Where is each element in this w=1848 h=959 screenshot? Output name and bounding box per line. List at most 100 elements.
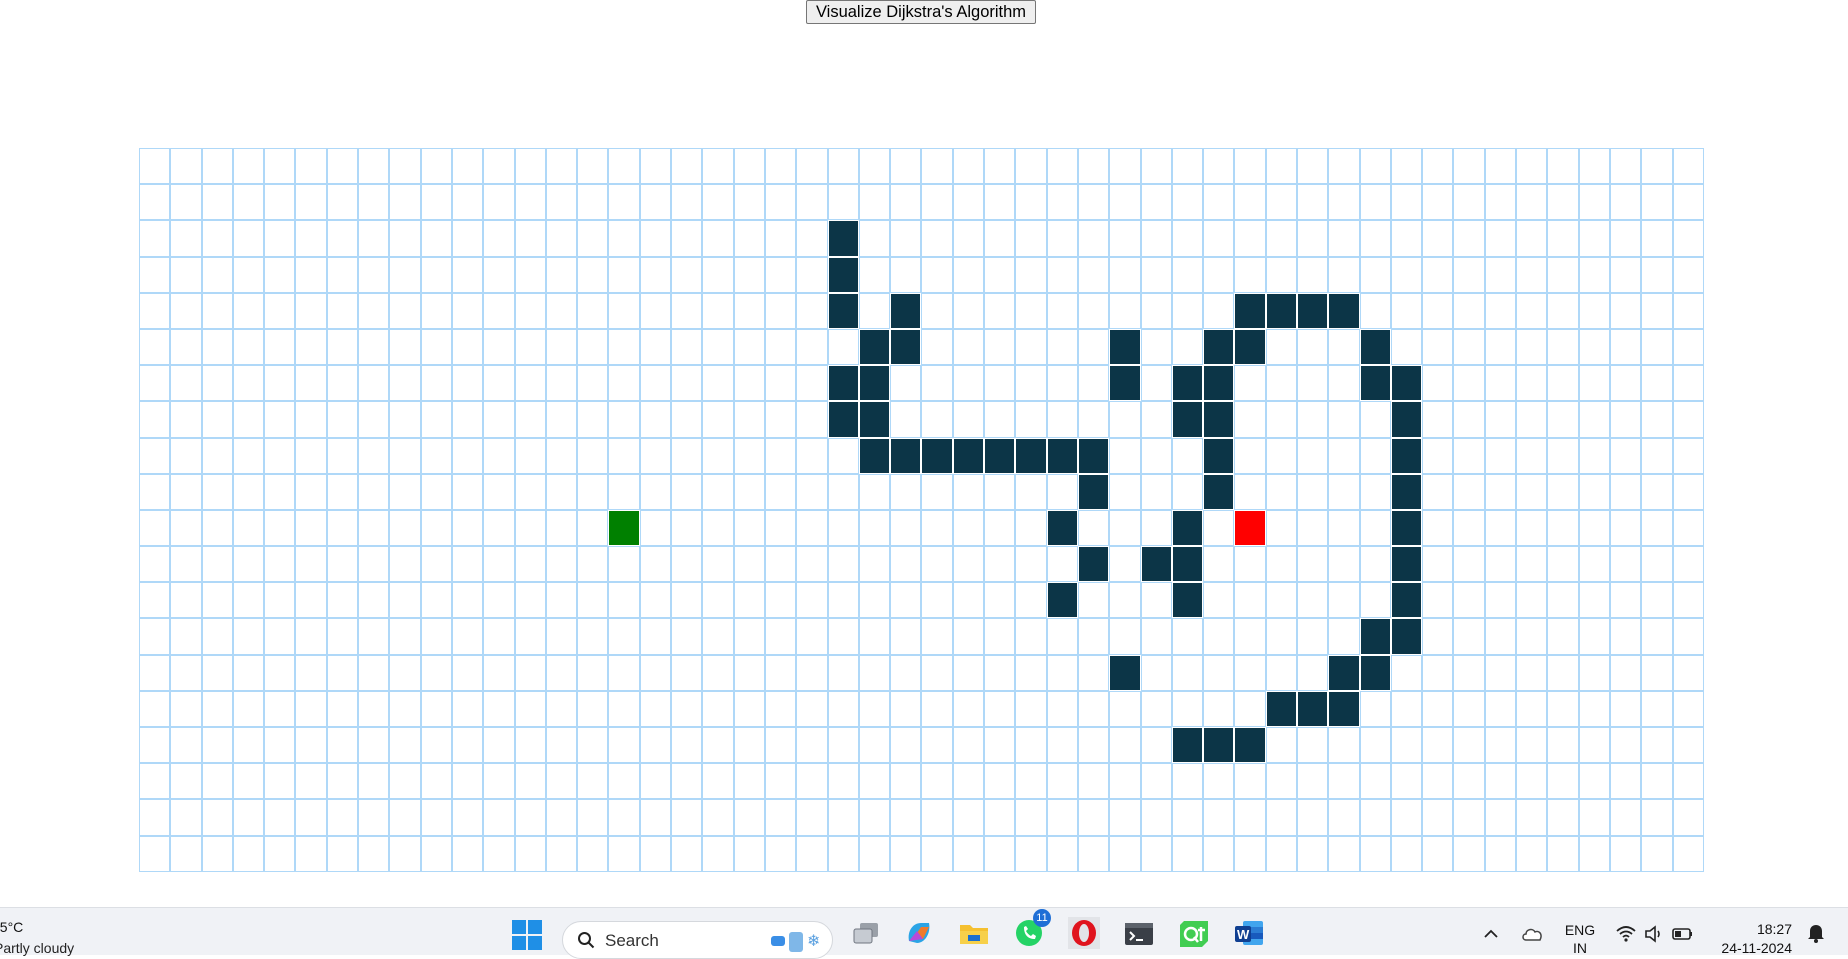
file-explorer-icon[interactable] [958,917,990,949]
grid-cell[interactable] [170,654,202,691]
grid-cell[interactable] [295,799,327,836]
grid-cell[interactable] [1516,220,1548,257]
grid-cell[interactable] [1578,727,1610,764]
grid-cell[interactable] [952,727,985,764]
grid-cell[interactable] [1578,835,1610,872]
grid-cell[interactable] [890,763,922,800]
grid-cell[interactable] [796,727,828,764]
grid-cell[interactable] [608,727,640,764]
grid-cell[interactable] [483,184,515,221]
grid-cell[interactable] [264,220,296,257]
wall-cell[interactable] [1171,365,1204,402]
grid-cell[interactable] [1484,256,1517,293]
grid-cell[interactable] [764,256,797,293]
grid-cell[interactable] [1453,401,1485,438]
grid-cell[interactable] [139,763,171,800]
grid-cell[interactable] [1140,690,1172,727]
wall-cell[interactable] [858,401,891,438]
grid-cell[interactable] [1578,799,1610,836]
grid-cell[interactable] [295,618,327,655]
grid-cell[interactable] [1015,727,1047,764]
grid-cell[interactable] [890,401,922,438]
grid-cell[interactable] [1578,437,1610,474]
wall-cell[interactable] [890,437,922,474]
grid-cell[interactable] [796,184,828,221]
grid-cell[interactable] [1609,148,1642,185]
grid-cell[interactable] [1516,835,1548,872]
grid-cell[interactable] [514,582,546,619]
grid-cell[interactable] [1609,654,1642,691]
grid-cell[interactable] [264,582,296,619]
grid-cell[interactable] [1203,148,1235,185]
grid-cell[interactable] [1609,365,1642,402]
grid-cell[interactable] [671,292,703,329]
grid-cell[interactable] [1046,618,1078,655]
grid-cell[interactable] [1328,148,1360,185]
grid-cell[interactable] [1672,473,1704,510]
grid-cell[interactable] [1484,582,1517,619]
grid-cell[interactable] [1077,292,1110,329]
grid-cell[interactable] [514,473,546,510]
grid-cell[interactable] [1609,473,1642,510]
grid-cell[interactable] [577,437,609,474]
grid-cell[interactable] [451,763,484,800]
grid-cell[interactable] [201,763,233,800]
grid-cell[interactable] [890,618,922,655]
grid-cell[interactable] [1015,654,1047,691]
grid-cell[interactable] [1578,690,1610,727]
grid-cell[interactable] [232,690,265,727]
grid-cell[interactable] [483,148,515,185]
grid-cell[interactable] [264,690,296,727]
grid-cell[interactable] [952,473,985,510]
grid-cell[interactable] [796,799,828,836]
grid-cell[interactable] [389,727,421,764]
grid-cell[interactable] [577,184,609,221]
grid-cell[interactable] [451,727,484,764]
grid-cell[interactable] [639,401,672,438]
grid-cell[interactable] [1328,763,1360,800]
grid-cell[interactable] [1015,401,1047,438]
grid-cell[interactable] [1609,582,1642,619]
grid-cell[interactable] [1140,835,1172,872]
grid-cell[interactable] [639,763,672,800]
grid-cell[interactable] [1359,690,1391,727]
wall-cell[interactable] [1077,437,1110,474]
grid-cell[interactable] [1547,256,1579,293]
grid-cell[interactable] [1077,256,1110,293]
grid-cell[interactable] [639,799,672,836]
grid-cell[interactable] [201,328,233,366]
grid-cell[interactable] [764,654,797,691]
grid-cell[interactable] [1077,148,1110,185]
grid-cell[interactable] [827,328,859,366]
grid-cell[interactable] [232,835,265,872]
grid-cell[interactable] [483,690,515,727]
grid-cell[interactable] [827,546,859,583]
grid-cell[interactable] [1609,727,1642,764]
grid-cell[interactable] [1453,546,1485,583]
grid-cell[interactable] [796,473,828,510]
grid-cell[interactable] [796,618,828,655]
grid-cell[interactable] [1641,763,1673,800]
grid-cell[interactable] [1641,835,1673,872]
grid-cell[interactable] [984,184,1016,221]
grid-cell[interactable] [1453,473,1485,510]
grid-cell[interactable] [890,365,922,402]
grid-cell[interactable] [1234,220,1266,257]
grid-cell[interactable] [514,437,546,474]
grid-cell[interactable] [1328,220,1360,257]
grid-cell[interactable] [170,763,202,800]
grid-cell[interactable] [764,401,797,438]
grid-cell[interactable] [1328,401,1360,438]
grid-cell[interactable] [139,799,171,836]
grid-cell[interactable] [1171,654,1204,691]
grid-cell[interactable] [1641,292,1673,329]
grid-cell[interactable] [1265,365,1297,402]
grid-cell[interactable] [1234,184,1266,221]
grid-cell[interactable] [1484,292,1517,329]
grid-cell[interactable] [577,256,609,293]
grid-cell[interactable] [858,835,891,872]
grid-cell[interactable] [1578,256,1610,293]
grid-cell[interactable] [1672,401,1704,438]
grid-cell[interactable] [420,727,452,764]
grid-cell[interactable] [858,220,891,257]
